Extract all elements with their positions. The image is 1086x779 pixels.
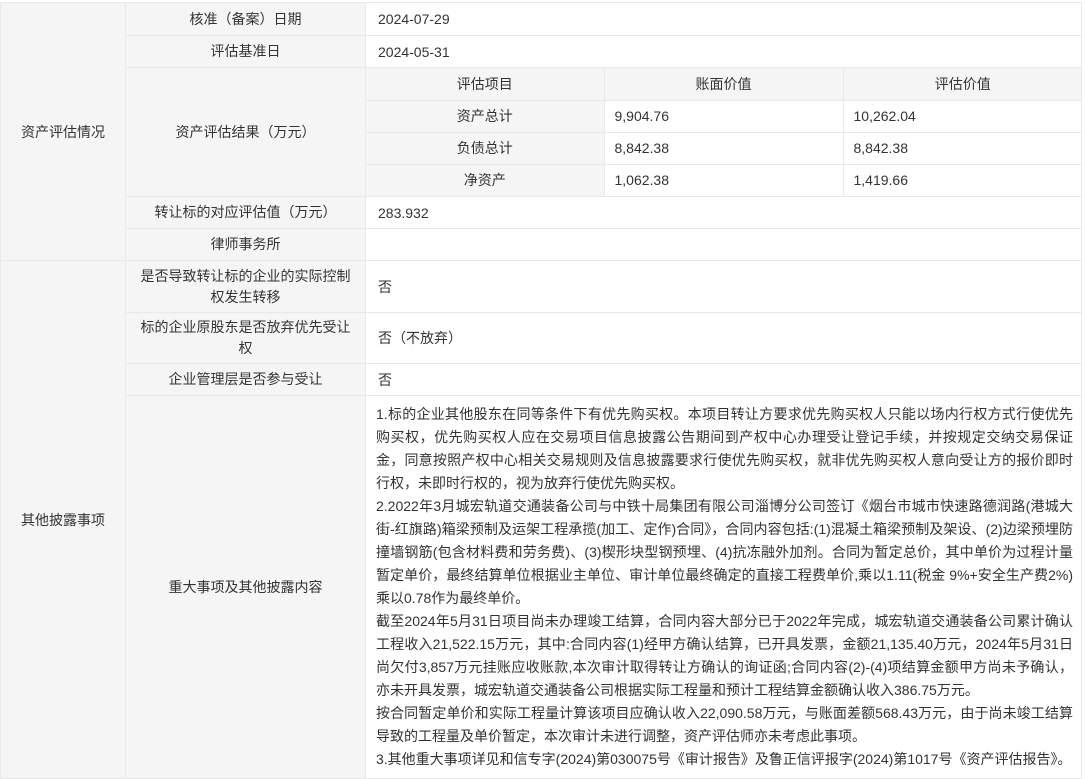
- valuation-result-table: 评估项目 账面价值 评估价值 资产总计 9,904.76 10,262.04 负…: [366, 68, 1082, 196]
- disclosure-table: 资产评估情况 核准（备案）日期 2024-07-29 评估基准日 2024-05…: [0, 2, 1082, 779]
- total-liabilities-label: 负债总计: [366, 132, 604, 164]
- table-row-total-assets: 资产总计 9,904.76 10,262.04: [366, 100, 1082, 132]
- major-matters-label: 重大事项及其他披露内容: [126, 396, 366, 779]
- management-participation-label: 企业管理层是否参与受让: [126, 364, 366, 396]
- table-row-net-assets: 净资产 1,062.38 1,419.66: [366, 164, 1082, 196]
- valuation-header-row: 评估项目 账面价值 评估价值: [366, 68, 1082, 100]
- row-waive-preemptive-right: 标的企业原股东是否放弃优先受让权 否（不放弃）: [1, 313, 1082, 364]
- waive-preemptive-right-value: 否（不放弃）: [366, 313, 1082, 364]
- col-header-item: 评估项目: [366, 68, 604, 100]
- net-assets-book-value: 1,062.38: [604, 164, 843, 196]
- col-header-appraised-value: 评估价值: [843, 68, 1082, 100]
- valuation-base-date-value: 2024-05-31: [366, 36, 1082, 68]
- law-firm-label: 律师事务所: [126, 229, 366, 261]
- transfer-valuation-label: 转让标的对应评估值（万元）: [126, 197, 366, 229]
- row-major-matters: 重大事项及其他披露内容 1.标的企业其他股东在同等条件下有优先购买权。本项目转让…: [1, 396, 1082, 779]
- disclosure-paragraph: 2.2022年3月城宏轨道交通装备公司与中铁十局集团有限公司淄博分公司签订《烟台…: [376, 495, 1073, 610]
- total-liabilities-appraised-value: 8,842.38: [843, 132, 1082, 164]
- net-assets-label: 净资产: [366, 164, 604, 196]
- transfer-valuation-value: 283.932: [366, 197, 1082, 229]
- valuation-result-table-cell: 评估项目 账面价值 评估价值 资产总计 9,904.76 10,262.04 负…: [366, 68, 1082, 197]
- disclosure-paragraph: 按合同暂定单价和实际工程量计算该项目应确认收入22,090.58万元，与账面差额…: [376, 702, 1073, 748]
- row-approval-date: 资产评估情况 核准（备案）日期 2024-07-29: [1, 3, 1082, 36]
- law-firm-value: [366, 229, 1082, 261]
- valuation-base-date-label: 评估基准日: [126, 36, 366, 68]
- section-other-disclosure: 其他披露事项: [1, 261, 126, 779]
- section-asset-valuation: 资产评估情况: [1, 3, 126, 261]
- row-law-firm: 律师事务所: [1, 229, 1082, 261]
- approval-date-label: 核准（备案）日期: [126, 3, 366, 36]
- row-control-transfer: 其他披露事项 是否导致转让标的企业的实际控制权发生转移 否: [1, 261, 1082, 313]
- row-transfer-valuation: 转让标的对应评估值（万元） 283.932: [1, 197, 1082, 229]
- row-valuation-base-date: 评估基准日 2024-05-31: [1, 36, 1082, 68]
- valuation-result-label: 资产评估结果（万元）: [126, 68, 366, 197]
- total-assets-appraised-value: 10,262.04: [843, 100, 1082, 132]
- row-valuation-result: 资产评估结果（万元） 评估项目 账面价值 评估价值 资产总计: [1, 68, 1082, 197]
- row-management-participation: 企业管理层是否参与受让 否: [1, 364, 1082, 396]
- control-transfer-label: 是否导致转让标的企业的实际控制权发生转移: [126, 261, 366, 313]
- management-participation-value: 否: [366, 364, 1082, 396]
- net-assets-appraised-value: 1,419.66: [843, 164, 1082, 196]
- total-liabilities-book-value: 8,842.38: [604, 132, 843, 164]
- disclosure-table-page: 资产评估情况 核准（备案）日期 2024-07-29 评估基准日 2024-05…: [0, 0, 1086, 779]
- control-transfer-value: 否: [366, 261, 1082, 313]
- total-assets-book-value: 9,904.76: [604, 100, 843, 132]
- approval-date-value: 2024-07-29: [366, 3, 1082, 36]
- table-row-total-liabilities: 负债总计 8,842.38 8,842.38: [366, 132, 1082, 164]
- waive-preemptive-right-label: 标的企业原股东是否放弃优先受让权: [126, 313, 366, 364]
- total-assets-label: 资产总计: [366, 100, 604, 132]
- disclosure-paragraph: 截至2024年5月31日项目尚未办理竣工结算，合同内容大部分已于2022年完成，…: [376, 610, 1073, 702]
- col-header-book-value: 账面价值: [604, 68, 843, 100]
- disclosure-paragraph: 1.标的企业其他股东在同等条件下有优先购买权。本项目转让方要求优先购买权人只能以…: [376, 403, 1073, 495]
- major-matters-content: 1.标的企业其他股东在同等条件下有优先购买权。本项目转让方要求优先购买权人只能以…: [366, 396, 1082, 779]
- disclosure-paragraph: 3.其他重大事项详见和信专字(2024)第030075号《审计报告》及鲁正信评报…: [376, 748, 1073, 771]
